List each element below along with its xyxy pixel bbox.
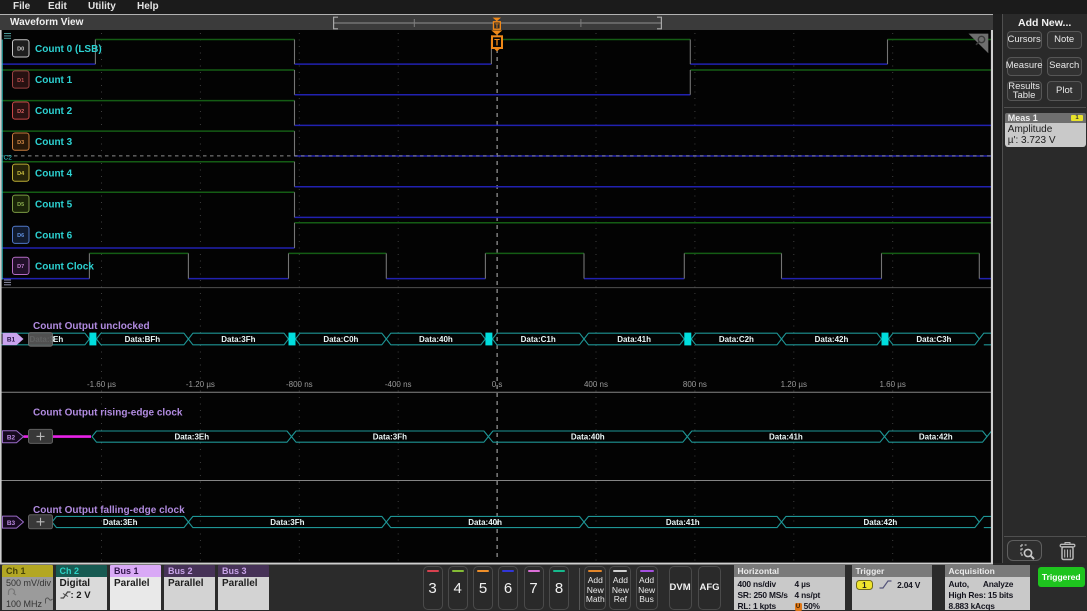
svg-text:Data:C3h: Data:C3h: [916, 335, 951, 344]
svg-text:Data:3Fh: Data:3Fh: [270, 518, 304, 527]
svg-text:Count 2: Count 2: [35, 106, 73, 117]
svg-text:-1.20 µs: -1.20 µs: [186, 380, 215, 389]
svg-text:Data:41h: Data:41h: [769, 433, 803, 442]
svg-text:1.60 µs: 1.60 µs: [879, 380, 905, 389]
svg-text:B3: B3: [7, 520, 16, 527]
svg-text:Count Output unclocked: Count Output unclocked: [33, 321, 150, 332]
svg-text:Count 1: Count 1: [35, 75, 73, 86]
svg-text:Data:BFh: Data:BFh: [125, 335, 161, 344]
svg-text:Eh: Eh: [53, 335, 63, 344]
svg-text:0 s: 0 s: [492, 380, 503, 389]
svg-text:Data:42h: Data:42h: [815, 335, 849, 344]
svg-text:Count Output falling-edge cloc: Count Output falling-edge clock: [33, 505, 185, 516]
svg-text:Count 0 (LSB): Count 0 (LSB): [35, 44, 102, 55]
svg-text:Data:3Fh: Data:3Fh: [373, 433, 407, 442]
svg-text:Data:41h: Data:41h: [617, 335, 651, 344]
svg-text:Data:40h: Data:40h: [468, 518, 502, 527]
svg-text:-800 ns: -800 ns: [286, 380, 313, 389]
svg-text:C2: C2: [4, 154, 13, 161]
svg-text:D3: D3: [17, 140, 24, 146]
svg-text:Data:42h: Data:42h: [864, 518, 898, 527]
svg-text:B2: B2: [7, 435, 16, 442]
svg-text:D2: D2: [17, 109, 24, 115]
svg-text:1.20 µs: 1.20 µs: [781, 380, 807, 389]
svg-text:D1: D1: [17, 78, 24, 84]
svg-text:Data:3Eh: Data:3Eh: [174, 433, 209, 442]
svg-text:Data:40h: Data:40h: [571, 433, 605, 442]
svg-text:-1.60 µs: -1.60 µs: [87, 380, 116, 389]
svg-text:Count 6: Count 6: [35, 230, 73, 241]
svg-text:-400 ns: -400 ns: [385, 380, 412, 389]
svg-text:B1: B1: [7, 337, 16, 344]
svg-text:Data:C2h: Data:C2h: [719, 335, 754, 344]
svg-text:D5: D5: [17, 202, 24, 208]
svg-text:Count Clock: Count Clock: [35, 261, 94, 272]
svg-text:400 ns: 400 ns: [584, 380, 608, 389]
svg-text:Data:3Eh: Data:3Eh: [103, 518, 138, 527]
svg-text:D7: D7: [17, 264, 24, 270]
svg-text:800 ns: 800 ns: [683, 380, 707, 389]
svg-text:D6: D6: [17, 233, 24, 239]
svg-text:D0: D0: [17, 47, 24, 53]
svg-text:T: T: [495, 24, 499, 30]
svg-text:Count 4: Count 4: [35, 168, 73, 179]
svg-text:Count 5: Count 5: [35, 199, 73, 210]
svg-text:Data:C0h: Data:C0h: [323, 335, 358, 344]
svg-text:D4: D4: [17, 171, 25, 177]
svg-text:Data:C1h: Data:C1h: [521, 335, 556, 344]
svg-text:Count 3: Count 3: [35, 137, 73, 148]
svg-text:Data:41h: Data:41h: [666, 518, 700, 527]
svg-text:Data:3Fh: Data:3Fh: [221, 335, 255, 344]
svg-text:Count Output rising-edge clock: Count Output rising-edge clock: [33, 407, 183, 418]
svg-text:Data:40h: Data:40h: [419, 335, 453, 344]
svg-text:Data:42h: Data:42h: [919, 433, 953, 442]
svg-text:T: T: [494, 37, 500, 47]
